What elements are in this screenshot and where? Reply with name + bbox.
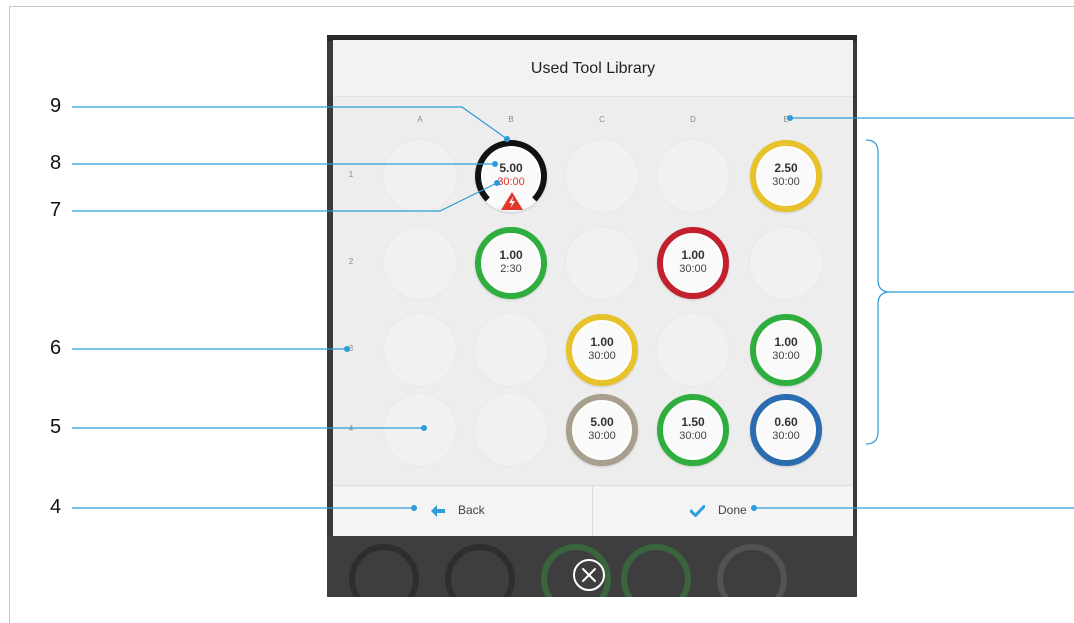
tool-slot[interactable]: 1.00 2:30 xyxy=(475,227,547,299)
column-label: A xyxy=(417,115,423,124)
back-button[interactable]: Back xyxy=(333,486,592,536)
tool-value: 5.00 xyxy=(499,161,523,175)
row-label: 1 xyxy=(348,170,354,179)
column-label: C xyxy=(599,115,605,124)
dialog-title: Used Tool Library xyxy=(530,60,656,77)
tool-time: 30:00 xyxy=(497,176,525,188)
tool-slot[interactable]: 5.00 30:00 xyxy=(475,140,547,212)
row-label: 2 xyxy=(348,257,354,266)
tool-time: 30:00 xyxy=(679,263,707,275)
tool-value: 1.00 xyxy=(499,248,523,262)
tool-time: 30:00 xyxy=(588,350,616,362)
tool-time: 30:00 xyxy=(772,176,800,188)
tool-time: 30:00 xyxy=(588,430,616,442)
empty-tool-slot[interactable] xyxy=(384,314,456,386)
tool-slot[interactable]: 1.00 30:00 xyxy=(750,314,822,386)
tool-value: 5.00 xyxy=(590,415,614,429)
tool-value: 0.60 xyxy=(774,415,798,429)
tool-value: 1.50 xyxy=(681,415,705,429)
empty-tool-slot[interactable] xyxy=(475,314,547,386)
empty-tool-slot[interactable] xyxy=(566,227,638,299)
tool-slot[interactable]: 1.50 30:00 xyxy=(657,394,729,466)
tool-value: 1.00 xyxy=(681,248,705,262)
tool-slot[interactable]: 1.00 30:00 xyxy=(566,314,638,386)
callout-9: 9 xyxy=(50,95,62,117)
arrow-left-icon xyxy=(431,505,445,517)
back-button-label: Back xyxy=(458,503,485,517)
row-label: 4 xyxy=(348,424,354,433)
callout-8: 8 xyxy=(50,152,62,174)
empty-tool-slot[interactable] xyxy=(475,394,547,466)
checkmark-icon xyxy=(690,505,705,517)
empty-tool-slot[interactable] xyxy=(384,227,456,299)
dialog-header: Used Tool Library xyxy=(333,40,853,97)
tool-time: 2:30 xyxy=(500,263,522,275)
column-label: D xyxy=(690,115,696,124)
tool-slot[interactable]: 1.00 30:00 xyxy=(657,227,729,299)
column-label: E xyxy=(783,115,789,124)
tool-time: 30:00 xyxy=(772,430,800,442)
column-label: B xyxy=(508,115,514,124)
tool-value: 1.00 xyxy=(590,335,614,349)
callout-7: 7 xyxy=(50,199,62,221)
row-label: 3 xyxy=(348,344,354,353)
dialog-footer: Back Done xyxy=(333,485,853,536)
close-button[interactable] xyxy=(572,558,606,592)
tool-slot[interactable]: 5.00 30:00 xyxy=(566,394,638,466)
tool-slot[interactable]: 0.60 30:00 xyxy=(750,394,822,466)
tool-slot[interactable]: 2.50 30:00 xyxy=(750,140,822,212)
empty-tool-slot[interactable] xyxy=(384,394,456,466)
empty-tool-slot[interactable] xyxy=(657,314,729,386)
tool-value: 1.00 xyxy=(774,335,798,349)
close-circle-icon xyxy=(573,559,605,591)
callout-5: 5 xyxy=(50,416,62,438)
empty-tool-slot[interactable] xyxy=(657,140,729,212)
tool-time: 30:00 xyxy=(772,350,800,362)
tool-time: 30:00 xyxy=(679,430,707,442)
done-button[interactable]: Done xyxy=(593,486,853,536)
empty-tool-slot[interactable] xyxy=(384,140,456,212)
empty-tool-slot[interactable] xyxy=(566,140,638,212)
empty-tool-slot[interactable] xyxy=(750,227,822,299)
callout-6: 6 xyxy=(50,337,62,359)
done-button-label: Done xyxy=(718,503,747,517)
tool-value: 2.50 xyxy=(774,161,798,175)
warning-lightning-icon xyxy=(501,192,523,215)
callout-4: 4 xyxy=(50,496,62,518)
